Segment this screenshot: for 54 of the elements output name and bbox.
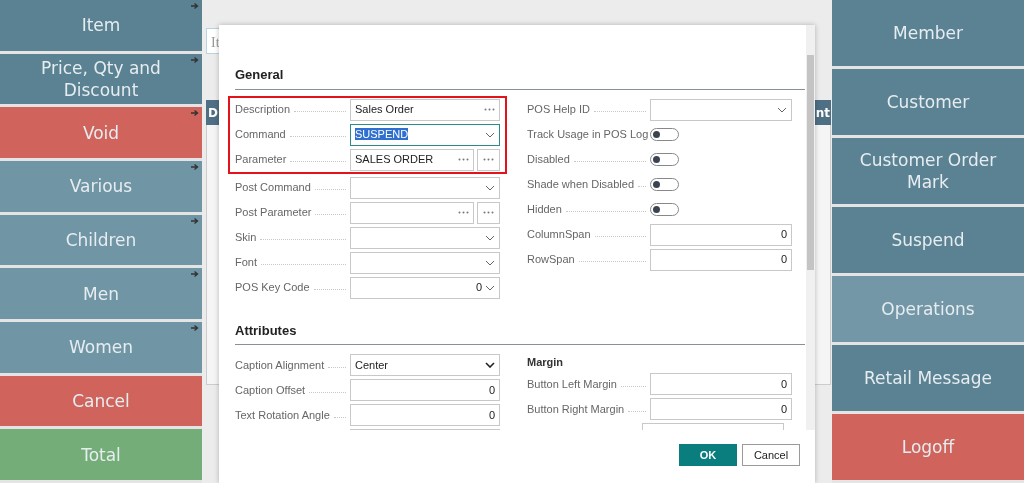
field-label: Parameter (235, 152, 287, 168)
input-field[interactable]: Sales Order (350, 98, 500, 121)
field-label: Command (235, 127, 286, 143)
ok-button[interactable]: OK (679, 444, 737, 466)
field-label: Button Left Margin (527, 376, 617, 392)
input-field[interactable]: 0 (650, 248, 792, 271)
field-label: Caption Offset (235, 382, 306, 398)
input-field[interactable]: 0 (350, 379, 500, 401)
field-label: Post Parameter (235, 205, 312, 221)
input-field[interactable]: 0 (650, 373, 792, 395)
menu-tile[interactable]: Men (0, 268, 202, 320)
field-label: POS Help ID (527, 102, 590, 118)
field-label: Disabled (527, 152, 570, 168)
menu-tile[interactable]: Various (0, 161, 202, 212)
menu-tile[interactable]: Member (832, 0, 1024, 66)
input-field[interactable]: 0 (650, 223, 792, 246)
menu-tile[interactable]: Total (0, 429, 202, 481)
group-heading: Margin (527, 354, 565, 370)
menu-tile[interactable]: Customer Order Mark (832, 138, 1024, 204)
input-field[interactable]: SALES ORDER (350, 148, 474, 171)
field-label: Description (235, 102, 291, 118)
input-field[interactable]: 0 (650, 398, 792, 420)
field-label: RowSpan (527, 252, 575, 268)
menu-tile[interactable]: Customer (832, 69, 1024, 135)
field-label: Skin (235, 230, 257, 246)
field-label: Text Rotation Angle (235, 407, 330, 423)
field-label: Post Command (235, 180, 311, 196)
menu-tile[interactable]: Operations (832, 276, 1024, 342)
dropdown-field[interactable]: SUSPEND (350, 123, 500, 146)
field-label: ColumnSpan (527, 227, 591, 243)
cancel-button[interactable]: Cancel (742, 444, 800, 466)
column-header: nt (815, 104, 830, 122)
dropdown-field[interactable]: Center (350, 354, 500, 376)
field-label: Caption Alignment (235, 357, 325, 373)
menu-tile[interactable]: Children (0, 214, 202, 266)
field-label: Font (235, 255, 257, 271)
field-label: Button Right Margin (527, 401, 625, 417)
input-field[interactable]: 0 (350, 404, 500, 426)
dropdown-field[interactable]: 0 (350, 276, 500, 299)
menu-tile[interactable]: Item (0, 0, 202, 51)
field-label: Track Usage in POS Log (527, 127, 649, 143)
menu-tile[interactable]: Suspend (832, 207, 1024, 273)
section-title: General (235, 65, 805, 90)
field-label: Shade when Disabled (527, 177, 635, 193)
menu-tile[interactable]: Cancel (0, 375, 202, 427)
section-title: Attributes (235, 320, 805, 345)
field-label: Hidden (527, 202, 562, 218)
menu-tile[interactable]: Void (0, 107, 202, 158)
field-label: POS Key Code (235, 280, 310, 296)
menu-tile[interactable]: Price, Qty and Discount (0, 53, 202, 105)
column-header: D (208, 104, 218, 122)
menu-tile[interactable]: Logoff (832, 414, 1024, 480)
menu-tile[interactable]: Retail Message (832, 345, 1024, 411)
menu-tile[interactable]: Women (0, 322, 202, 373)
